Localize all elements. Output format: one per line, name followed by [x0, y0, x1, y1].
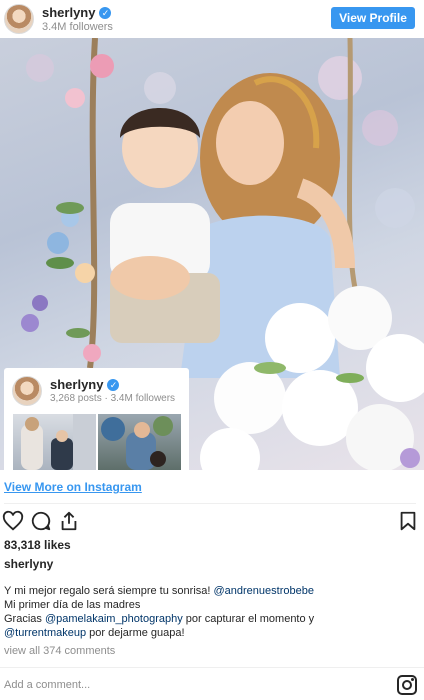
profile-card[interactable]: sherlyny ✓ 3,268 posts · 3.4M followers	[4, 368, 189, 470]
bookmark-icon[interactable]	[397, 510, 419, 532]
card-stats: 3,268 posts · 3.4M followers	[50, 393, 176, 404]
view-all-comments-link[interactable]: view all 374 comments	[4, 645, 115, 657]
thumbnail-2-image	[101, 416, 173, 470]
action-bar	[0, 510, 424, 534]
mention-link[interactable]: @turrentmakeup	[4, 627, 86, 639]
caption-username[interactable]: sherlyny	[4, 557, 53, 571]
embed-header: sherlyny ✓ 3.4M followers View Profile	[0, 0, 424, 38]
caption-line-4-suffix: por dejarme guapa!	[86, 627, 185, 639]
divider	[0, 667, 424, 668]
card-username-row[interactable]: sherlyny ✓	[50, 377, 120, 392]
heart-icon[interactable]	[2, 510, 24, 532]
username-label[interactable]: sherlyny	[42, 5, 95, 20]
instagram-logo-icon[interactable]	[397, 675, 417, 695]
verified-badge-icon: ✓	[99, 6, 112, 19]
caption-text: Y mi mejor regalo será siempre tu sonris…	[4, 584, 420, 640]
post-photo[interactable]: sherlyny ✓ 3,268 posts · 3.4M followers	[0, 38, 424, 470]
thumbnail-1-image	[21, 414, 96, 470]
mention-link[interactable]: @andrenuestrobebe	[214, 585, 314, 597]
thumbnail-1[interactable]	[13, 414, 96, 470]
avatar[interactable]	[4, 4, 34, 34]
comment-input[interactable]	[4, 677, 384, 693]
mention-link[interactable]: @pamelakaim_photography	[45, 613, 183, 625]
divider	[4, 503, 416, 504]
verified-badge-icon: ✓	[107, 378, 120, 391]
like-count: 83,318 likes	[4, 538, 71, 552]
card-username-label[interactable]: sherlyny	[50, 377, 103, 392]
comment-icon[interactable]	[30, 510, 52, 532]
caption-line-3-prefix: Gracias	[4, 613, 45, 625]
view-more-link[interactable]: View More on Instagram	[4, 480, 142, 494]
caption-line-1: Y mi mejor regalo será siempre tu sonris…	[4, 584, 420, 598]
card-avatar[interactable]	[12, 376, 42, 406]
caption-line-3-suffix: por capturar el momento y	[182, 613, 315, 625]
caption-line-4: @turrentmakeup por dejarme guapa!	[4, 626, 420, 640]
caption-line-2: Mi primer día de las madres	[4, 599, 141, 611]
username-row[interactable]: sherlyny ✓	[42, 5, 112, 20]
follower-count: 3.4M followers	[42, 21, 113, 33]
caption-line-3: Gracias @pamelakaim_photography por capt…	[4, 612, 420, 626]
share-icon[interactable]	[58, 510, 80, 532]
caption-line-1-text: Y mi mejor regalo será siempre tu sonris…	[4, 585, 214, 597]
thumbnail-2[interactable]	[98, 414, 181, 470]
view-profile-button[interactable]: View Profile	[331, 7, 415, 29]
